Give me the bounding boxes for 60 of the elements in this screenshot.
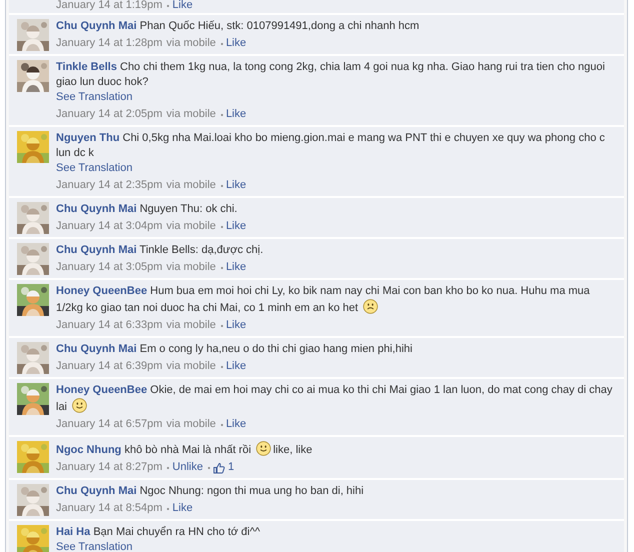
via-mobile-text: via mobile: [166, 107, 216, 122]
author-link[interactable]: Chu Quynh Mai: [56, 485, 137, 497]
via-mobile-text: via mobile: [166, 359, 216, 374]
via-mobile-text: via mobile: [166, 417, 216, 432]
author-link[interactable]: Tinkle Bells: [56, 61, 117, 73]
like-count[interactable]: 1: [212, 460, 234, 475]
comment-text: Chu Quynh Mai Phan Quốc Hiếu, stk: 0107991491,dong a chi nhanh hcm: [56, 19, 420, 34]
via-mobile-text: via mobile: [166, 260, 216, 275]
comment-text: Hai Ha Bạn Mai chuyển ra HN cho tớ đi^^: [56, 525, 262, 540]
comment-text: Chu Quynh Mai Ngoc Nhung: ngon thi mua ung ho ban di, hihi: [56, 484, 365, 499]
timestamp[interactable]: January 14 at 2:05pm: [56, 107, 162, 122]
author-link[interactable]: Ngoc Nhung: [56, 444, 122, 456]
via-mobile-text: via mobile: [166, 178, 216, 193]
emoticon-icon: [363, 299, 378, 314]
author-link[interactable]: Nguyen Thu: [56, 132, 120, 144]
comment-text: Chu Quynh Mai Nguyen Thu: ok chi.: [56, 202, 238, 217]
like-link[interactable]: Like: [226, 219, 246, 234]
author-link[interactable]: Hai Ha: [56, 526, 90, 538]
emoticon-icon: [256, 441, 272, 456]
author-link[interactable]: Chu Quynh Mai: [56, 20, 137, 32]
timestamp[interactable]: January 14 at 8:54pm: [56, 501, 162, 516]
comment-text: Tinkle Bells Cho chi them 1kg nua, la tong cong 2kg, chia lam 4 goi nua kg nha. Giao hang rui tra tien cho nguoi giao lun duoc hok?: [56, 60, 606, 90]
thumbs-up-icon: [212, 462, 225, 474]
via-mobile-text: via mobile: [166, 36, 216, 51]
via-mobile-text: via mobile: [166, 318, 216, 333]
timestamp[interactable]: January 14 at 3:05pm: [56, 260, 162, 275]
comment-text: Ngoc Nhung khô bò nhà Mai là nhất rồi like, like: [56, 441, 616, 458]
like-link[interactable]: Like: [172, 501, 193, 516]
comment-text: Honey QueenBee Hum bua em moi hoi chi Ly, ko bik nam nay chi Mai con ban kho bo ko nua. Huhu ma mua 1/2kg ko giao tan noi duoc ha chi Mai, co 1 minh em an ko het: [56, 284, 591, 316]
timestamp[interactable]: January 14 at 6:57pm: [56, 417, 162, 432]
like-link[interactable]: Like: [172, 0, 193, 13]
see-translation-link[interactable]: See Translation: [56, 540, 132, 552]
timestamp[interactable]: January 14 at 2:35pm: [56, 178, 162, 193]
author-link[interactable]: Honey QueenBee: [56, 384, 148, 396]
like-link[interactable]: Like: [226, 107, 246, 122]
like-link[interactable]: Like: [226, 318, 246, 333]
comment-text: Honey QueenBee Okie, de mai em hoi may chi co ai mua ko thi chi Mai giao 1 lan luon, do mat cong chay di chay lai: [56, 383, 614, 415]
timestamp[interactable]: January 14 at 8:27pm: [56, 460, 162, 475]
timestamp[interactable]: January 14 at 1:28pm: [56, 36, 162, 51]
see-translation-link[interactable]: See Translation: [56, 90, 132, 105]
comment-text: Chu Quynh Mai Em o cong ly ha,neu o do thi chi giao hang mien phi,hihi: [56, 342, 414, 357]
timestamp[interactable]: January 14 at 1:19pm: [56, 0, 162, 13]
via-mobile-text: via mobile: [166, 219, 216, 234]
see-translation-link[interactable]: See Translation: [56, 161, 132, 176]
comment-text: Chu Quynh Mai Tinkle Bells: dạ,được chị.: [56, 243, 264, 258]
timestamp[interactable]: January 14 at 3:04pm: [56, 219, 162, 234]
like-link[interactable]: Like: [226, 178, 246, 193]
emoticon-icon: [72, 398, 88, 413]
like-link[interactable]: Like: [226, 260, 246, 275]
author-link[interactable]: Chu Quynh Mai: [56, 343, 137, 355]
like-link[interactable]: Unlike: [172, 460, 203, 475]
like-link[interactable]: Like: [226, 417, 246, 432]
author-link[interactable]: Chu Quynh Mai: [56, 203, 137, 215]
like-link[interactable]: Like: [226, 36, 246, 51]
timestamp[interactable]: January 14 at 6:33pm: [56, 318, 162, 333]
comment-text: Nguyen Thu Chi 0,5kg nha Mai.loai kho bo mieng.gion.mai e mang wa PNT thi e chuyen xe quy wa phong cho c lun dc k: [56, 131, 606, 161]
author-link[interactable]: Honey QueenBee: [56, 285, 148, 297]
author-link[interactable]: Chu Quynh Mai: [56, 244, 137, 256]
timestamp[interactable]: January 14 at 6:39pm: [56, 359, 162, 374]
like-link[interactable]: Like: [226, 359, 246, 374]
